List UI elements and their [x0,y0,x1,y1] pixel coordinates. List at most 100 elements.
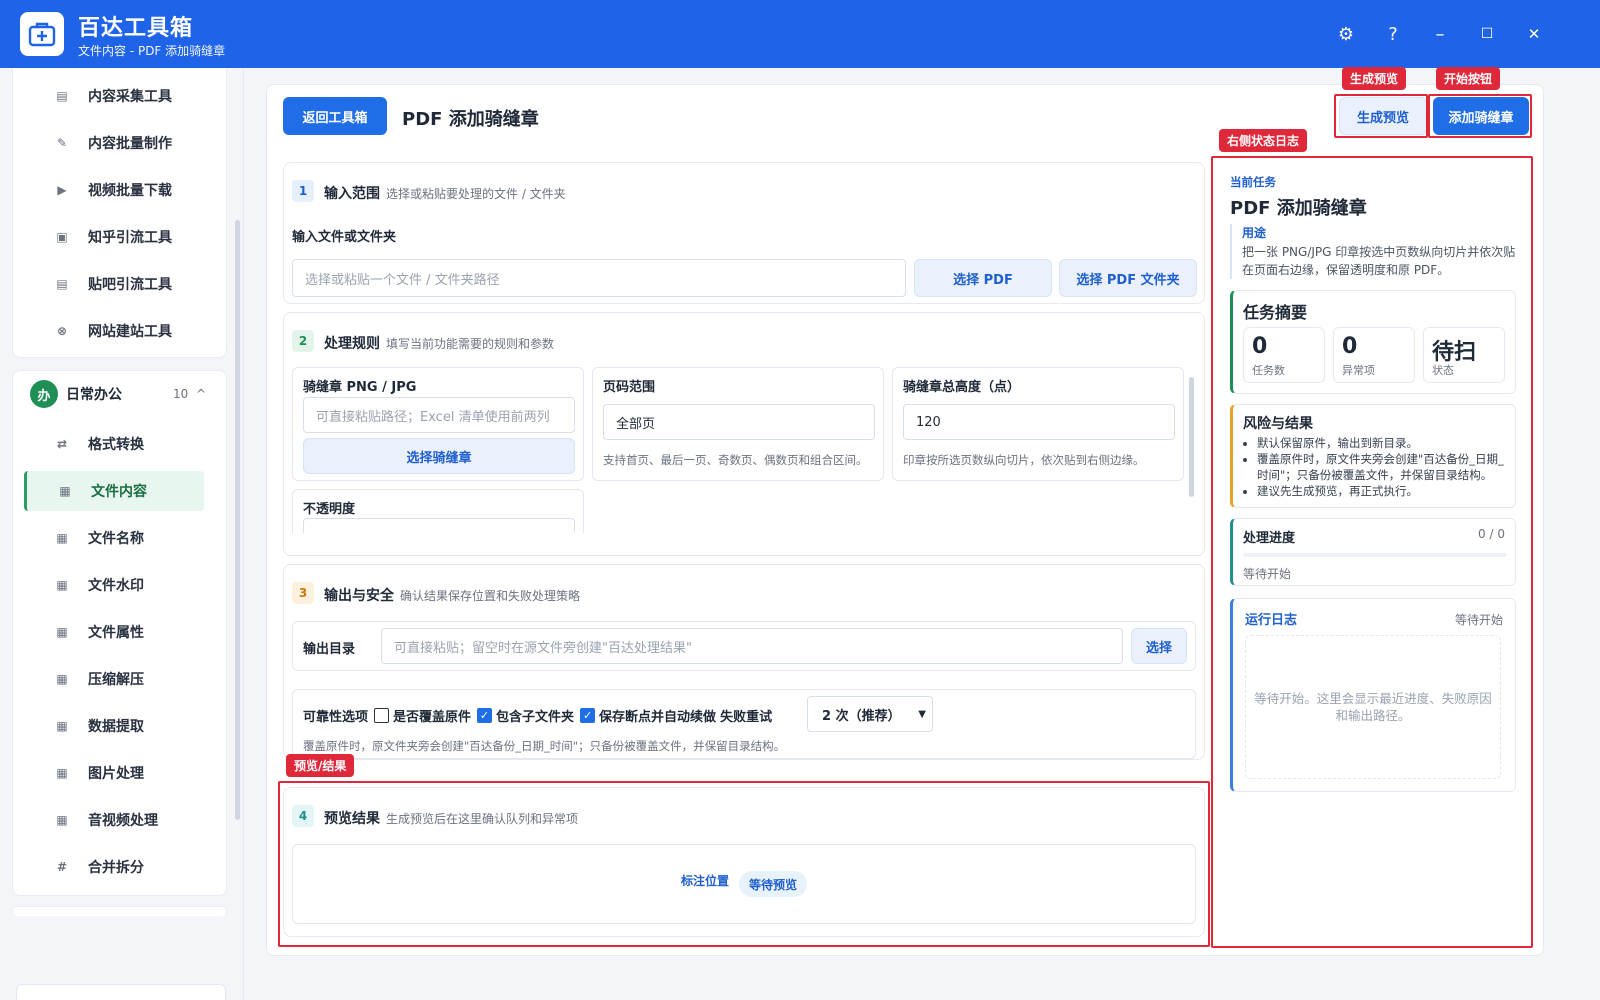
section-preview-result: 4 预览结果 生成预览后在这里确认队列和异常项 标注位置 等待预览 [283,787,1205,937]
progress-card: 处理进度 0 / 0 等待开始 [1230,518,1516,586]
zhihu-icon: ▣ [56,230,68,244]
add-seal-button[interactable]: 添加骑缝章 [1433,97,1529,135]
select-seal-button[interactable]: 选择骑缝章 [303,438,575,474]
section-number: 2 [292,330,314,352]
sidebar-item-2[interactable]: ▦ 文件名称 [24,518,204,558]
sidebar-item-8[interactable]: ▦ 音视频处理 [24,800,204,840]
stat-status: 待扫 状态 [1423,327,1505,383]
input-path-field[interactable]: 选择或粘贴一个文件 / 文件夹路径 [292,259,906,297]
page-range-field[interactable]: 全部页 [603,404,875,440]
sidebar-item-1[interactable]: ▦ 文件内容 [24,471,204,511]
task-summary-card: 任务摘要 0 任务数 0 异常项 待扫 状态 [1230,290,1516,394]
grid-icon: ▦ [56,625,68,639]
seal-height-field[interactable]: 120 [903,404,1175,440]
sidebar-item-zhihu[interactable]: ▣ 知乎引流工具 [24,217,204,257]
close-button[interactable]: ✕ [1520,20,1548,48]
video-icon: ▶ [57,183,67,197]
output-dir-field[interactable]: 可直接粘贴；留空时在源文件旁创建"百达处理结果" [381,628,1123,664]
select-pdf-button[interactable]: 选择 PDF [914,259,1052,297]
section-input-range: 1 输入范围 选择或粘贴要处理的文件 / 文件夹 输入文件或文件夹 选择或粘贴一… [283,162,1205,304]
app-subtitle: 文件内容 - PDF 添加骑缝章 [78,44,226,58]
toolbox-logo-icon [20,12,64,56]
sidebar-group-header[interactable]: 办 日常办公 10 ^ [30,379,220,409]
annotation-preview-tag: 生成预览 [1342,67,1407,90]
minimize-button[interactable]: – [1426,20,1454,48]
pen-icon: ✎ [56,136,68,150]
sidebar-item-content-collect[interactable]: ▤ 内容采集工具 [24,76,204,116]
tieba-icon: ▤ [56,277,68,291]
run-log-card: 运行日志 等待开始 等待开始。这里会显示最近进度、失败原因和输出路径。 [1230,598,1516,792]
sidebar-item-6[interactable]: ▦ 数据提取 [24,706,204,746]
app-title: 百达工具箱 [78,16,194,41]
sidebar-scrollbar[interactable] [235,220,240,820]
sidebar-item-video-download[interactable]: ▶ 视频批量下载 [24,170,204,210]
resume-checkbox[interactable]: ✓ [580,708,596,723]
grid-icon: ▦ [56,766,68,780]
annotation-log-tag: 右侧状态日志 [1219,129,1308,152]
usage-block: 用途 把一张 PNG/JPG 印章按选中页数纵向切片并依次贴在页面右边缘，保留透… [1230,224,1516,279]
overwrite-checkbox[interactable] [374,708,390,723]
grid-icon: ▦ [59,484,71,498]
doc-icon: ▤ [56,89,68,103]
select-pdf-folder-button[interactable]: 选择 PDF 文件夹 [1059,259,1197,297]
back-to-toolbox-button[interactable]: 返回工具箱 [283,97,387,135]
swap-icon: ⇄ [56,437,68,451]
sidebar-item-7[interactable]: ▦ 图片处理 [24,753,204,793]
sidebar-item-tieba[interactable]: ▤ 贴吧引流工具 [24,264,204,304]
page-title: PDF 添加骑缝章 [402,109,539,130]
generate-preview-button[interactable]: 生成预览 [1339,97,1427,135]
mark-position-label: 标注位置 [681,874,730,888]
current-task-label: 当前任务 [1230,175,1276,189]
section-rules: 2 处理规则 填写当前功能需要的规则和参数 骑缝章 PNG / JPG 可直接粘… [283,312,1205,556]
rules-scrollbar[interactable] [1189,377,1194,497]
subfolder-checkbox[interactable]: ✓ [477,708,493,723]
sidebar-item-batch-make[interactable]: ✎ 内容批量制作 [24,123,204,163]
reliability-card: 可靠性选项 是否覆盖原件 ✓ 包含子文件夹 ✓ 保存断点并自动续做 失败重试 2… [292,689,1196,759]
section-number: 1 [292,180,314,202]
maximize-button[interactable]: ☐ [1473,20,1501,48]
section-output: 3 输出与安全 确认结果保存位置和失败处理策略 输出目录 可直接粘贴；留空时在源… [283,564,1205,760]
sidebar: ▤ 内容采集工具 ✎ 内容批量制作 ▶ 视频批量下载 ▣ 知乎引流工具 ▤ 贴吧引流工具 … [0,68,244,1000]
page-range-card: 页码范围 全部页 支持首页、最后一页、奇数页、偶数页和组合区间。 [592,367,884,481]
sidebar-item-5[interactable]: ▦ 压缩解压 [24,659,204,699]
grid-icon: ▦ [56,672,68,686]
run-log-area: 等待开始。这里会显示最近进度、失败原因和输出路径。 [1245,635,1501,779]
progress-bar [1243,553,1507,557]
section-desc: 选择或粘贴要处理的文件 / 文件夹 [386,187,566,201]
chevron-down-icon: ▼ [918,708,926,720]
section-title: 输入范围 [324,186,380,202]
group-count: 10 ^ [173,387,206,401]
section-title: 处理规则 [324,336,380,352]
annotation-result-tag: 预览/结果 [286,754,355,777]
sidebar-item-0[interactable]: ⇄ 格式转换 [24,424,204,464]
hash-icon: # [56,860,68,874]
section-desc: 确认结果保存位置和失败处理策略 [400,589,581,603]
more-products-button[interactable]: 更多功能或产品 [16,984,226,1000]
group-badge: 办 [30,380,58,408]
select-output-button[interactable]: 选择 [1131,628,1187,664]
grid-icon: ▦ [56,578,68,592]
section-title: 预览结果 [324,811,380,827]
risk-result-card: 风险与结果 默认保留原件，输出到新目录。 覆盖原件时，原文件夹旁会创建"百达备份… [1230,404,1516,508]
seal-path-field[interactable]: 可直接粘贴路径；Excel 清单使用前两列 [303,397,575,433]
grid-icon: ▦ [56,719,68,733]
chevron-up-icon: ^ [195,387,206,401]
section-desc: 填写当前功能需要的规则和参数 [386,337,555,351]
stat-errors: 0 异常项 [1333,327,1415,383]
grid-icon: ▦ [56,531,68,545]
settings-gear-icon[interactable]: ⚙ [1332,20,1360,48]
retry-select[interactable]: 2 次（推荐） ▼ [807,696,933,732]
task-title: PDF 添加骑缝章 [1230,198,1367,219]
opacity-field[interactable] [303,518,575,533]
sidebar-item-4[interactable]: ▦ 文件属性 [24,612,204,652]
section-number: 4 [292,805,314,827]
section-desc: 生成预览后在这里确认队列和异常项 [386,812,579,826]
sidebar-item-3[interactable]: ▦ 文件水印 [24,565,204,605]
help-icon[interactable]: ? [1379,20,1407,48]
seal-file-card: 骑缝章 PNG / JPG 可直接粘贴路径；Excel 清单使用前两列 选择骑缝… [292,367,584,481]
group-title: 日常办公 [66,387,122,403]
sidebar-item-9[interactable]: # 合并拆分 [24,847,204,887]
sidebar-item-website[interactable]: ⊗ 网站建站工具 [24,311,204,351]
title-bar: 百达工具箱 文件内容 - PDF 添加骑缝章 ⚙ ? – ☐ ✕ [0,0,1600,68]
grid-icon: ▦ [56,813,68,827]
